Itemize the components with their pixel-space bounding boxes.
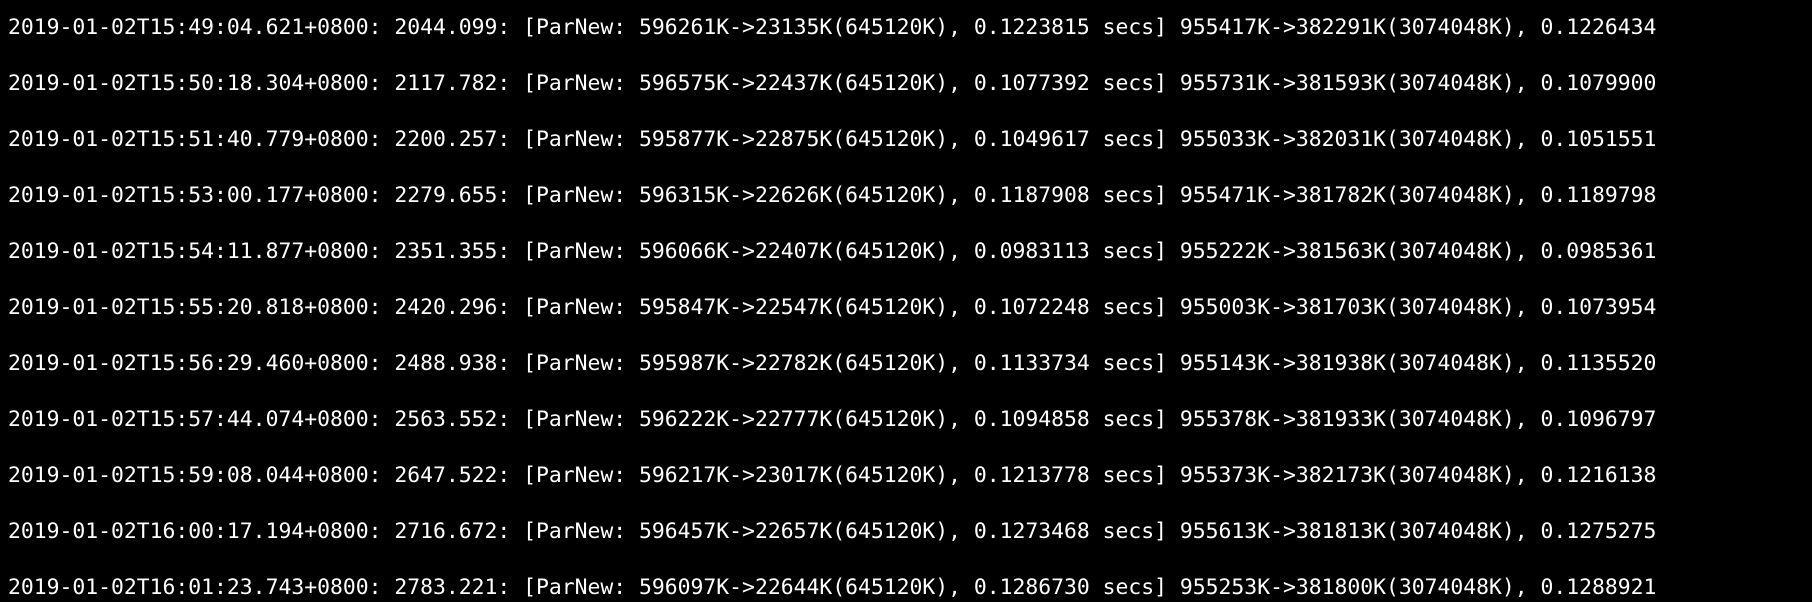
gc-log-line: 2019-01-02T15:49:04.621+0800: 2044.099: … <box>8 15 1657 40</box>
gc-log-line: 2019-01-02T15:51:40.779+0800: 2200.257: … <box>8 127 1657 152</box>
gc-log-line: 2019-01-02T15:55:20.818+0800: 2420.296: … <box>8 295 1657 320</box>
gc-log-line: 2019-01-02T15:59:08.044+0800: 2647.522: … <box>8 463 1657 488</box>
gc-log-line: 2019-01-02T15:54:11.877+0800: 2351.355: … <box>8 239 1657 264</box>
terminal-output[interactable]: 2019-01-02T15:49:04.621+0800: 2044.099: … <box>0 0 1812 602</box>
gc-log-line: 2019-01-02T15:53:00.177+0800: 2279.655: … <box>8 183 1657 208</box>
gc-log-line: 2019-01-02T15:57:44.074+0800: 2563.552: … <box>8 407 1657 432</box>
gc-log-line: 2019-01-02T16:01:23.743+0800: 2783.221: … <box>8 575 1657 600</box>
gc-log-line: 2019-01-02T15:56:29.460+0800: 2488.938: … <box>8 351 1657 376</box>
gc-log-line: 2019-01-02T15:50:18.304+0800: 2117.782: … <box>8 71 1657 96</box>
gc-log-line: 2019-01-02T16:00:17.194+0800: 2716.672: … <box>8 519 1657 544</box>
